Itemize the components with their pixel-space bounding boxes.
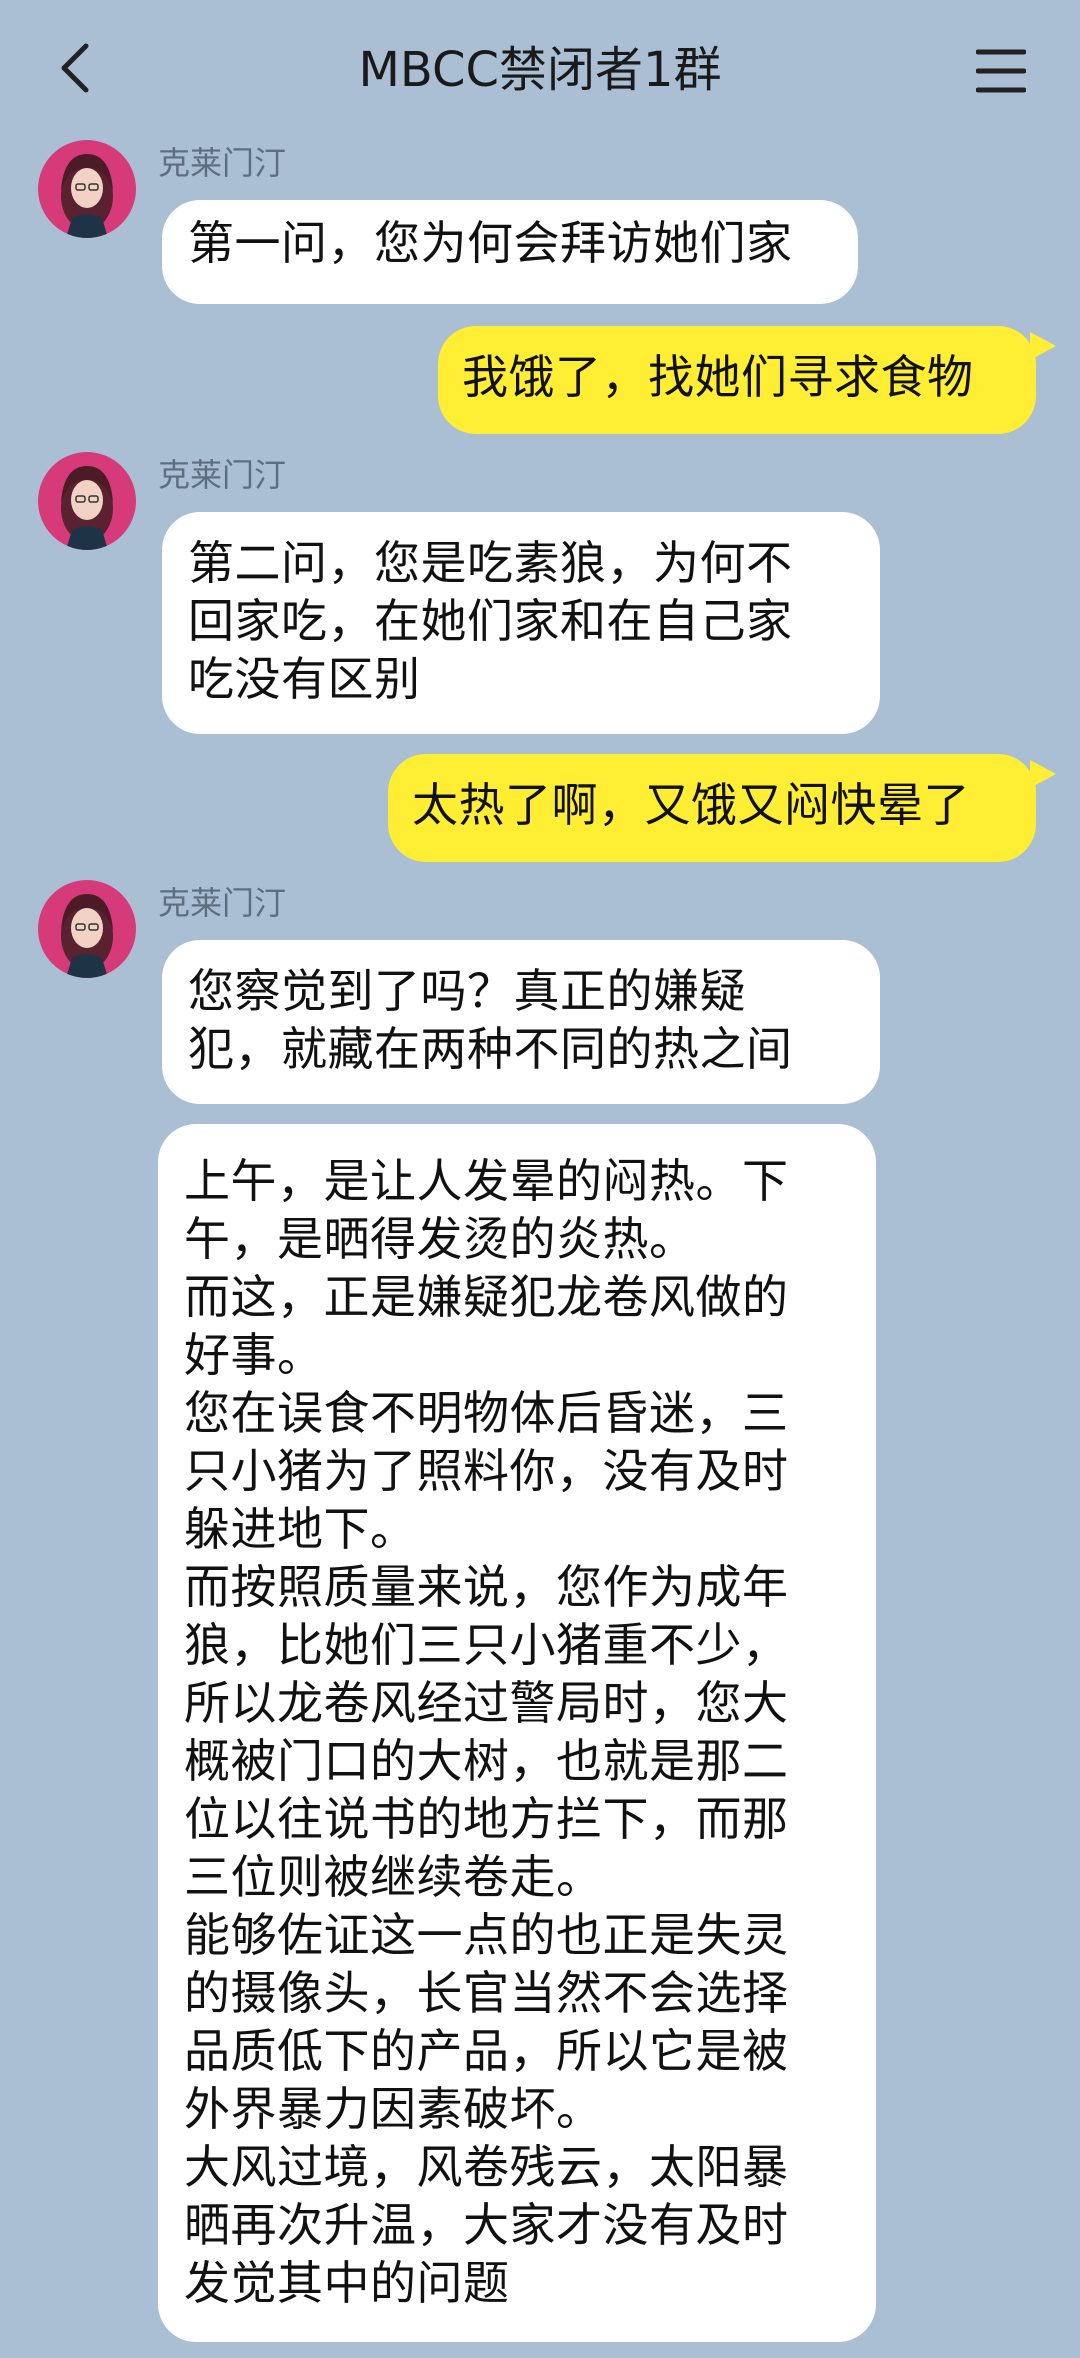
sender-name: 克莱门汀 (158, 144, 287, 182)
chat-header: MBCC禁闭者1群 (0, 0, 1080, 140)
chat-title: MBCC禁闭者1群 (358, 42, 722, 98)
hamburger-menu-icon (975, 49, 1027, 93)
sender-name: 克莱门汀 (158, 456, 287, 494)
message-bubble-incoming[interactable]: 上午，是让人发晕的闷热。下 午，是晒得发烫的炎热。 而这，正是嫌疑犯龙卷风做的 … (158, 1124, 876, 2342)
message-bubble-incoming[interactable]: 第一问，您为何会拜访她们家 (162, 200, 858, 304)
avatar[interactable] (38, 452, 136, 550)
character-avatar-icon (38, 880, 136, 978)
bubble-tail (1030, 760, 1056, 788)
avatar[interactable] (38, 880, 136, 978)
message-bubble-incoming[interactable]: 您察觉到了吗？真正的嫌疑 犯，就藏在两种不同的热之间 (162, 940, 880, 1104)
character-avatar-icon (38, 140, 136, 238)
message-bubble-incoming[interactable]: 第二问，您是吃素狼，为何不 回家吃，在她们家和在自己家 吃没有区别 (162, 512, 880, 734)
message-bubble-outgoing[interactable]: 我饿了，找她们寻求食物 (438, 326, 1036, 434)
message-bubble-outgoing[interactable]: 太热了啊，又饿又闷快晕了 (388, 754, 1036, 862)
character-avatar-icon (38, 452, 136, 550)
avatar[interactable] (38, 140, 136, 238)
bubble-tail (1030, 332, 1056, 360)
sender-name: 克莱门汀 (158, 884, 287, 922)
menu-button[interactable] (975, 48, 1027, 94)
